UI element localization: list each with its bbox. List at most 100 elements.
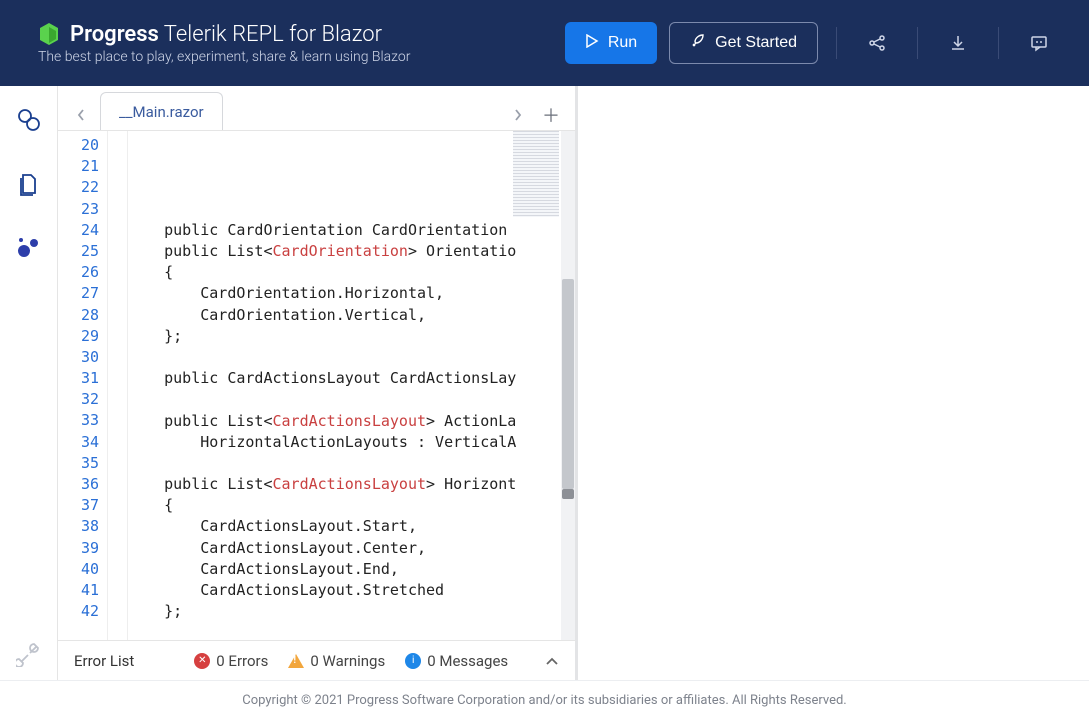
share-button[interactable] — [855, 22, 899, 64]
code-line[interactable]: public CardOrientation CardOrientation — [128, 220, 575, 241]
messages-badge[interactable]: i 0 Messages — [405, 652, 508, 670]
line-number: 31 — [58, 368, 99, 389]
line-number: 40 — [58, 559, 99, 580]
line-number: 38 — [58, 516, 99, 537]
tagline: The best place to play, experiment, shar… — [38, 49, 410, 65]
code-line[interactable]: public List<CardActionsLayout> ActionLa — [128, 411, 575, 432]
download-button[interactable] — [936, 22, 980, 64]
line-number: 32 — [58, 389, 99, 410]
line-number: 23 — [58, 199, 99, 220]
code-line[interactable] — [128, 622, 575, 640]
line-number: 41 — [58, 580, 99, 601]
tab-next[interactable] — [505, 100, 531, 130]
line-number: 28 — [58, 305, 99, 326]
play-icon — [585, 34, 599, 53]
line-number: 37 — [58, 495, 99, 516]
line-number: 34 — [58, 432, 99, 453]
run-label: Run — [608, 34, 637, 52]
preview-pane — [578, 86, 1089, 680]
components-icon — [16, 107, 42, 133]
share-icon — [868, 34, 886, 52]
feedback-button[interactable] — [1017, 22, 1061, 64]
line-number: 22 — [58, 177, 99, 198]
scrollbar-thumb[interactable] — [562, 279, 574, 489]
warnings-badge[interactable]: 0 Warnings — [288, 652, 385, 670]
errors-count: 0 Errors — [216, 652, 268, 670]
main-area: __Main.razor ＋ 2021222324252627282930313… — [0, 86, 1089, 680]
line-number: 39 — [58, 538, 99, 559]
code-body[interactable]: public CardOrientation CardOrientation p… — [128, 131, 575, 640]
tab-prev[interactable] — [68, 100, 94, 130]
get-started-button[interactable]: Get Started — [669, 22, 818, 64]
error-list-bar[interactable]: Error List ✕ 0 Errors 0 Warnings i 0 Mes… — [58, 640, 575, 680]
tabs-row: __Main.razor ＋ — [58, 86, 575, 130]
chevron-right-icon — [513, 108, 523, 122]
error-list-title: Error List — [74, 652, 134, 670]
code-line[interactable]: CardActionsLayout.End, — [128, 559, 575, 580]
tab-add[interactable]: ＋ — [537, 100, 565, 130]
brand-row: Progress Telerik REPL for Blazor — [38, 22, 410, 47]
brand-text: Progress Telerik REPL for Blazor — [70, 22, 382, 47]
code-line[interactable]: }; — [128, 601, 575, 622]
get-started-label: Get Started — [715, 34, 797, 52]
code-line[interactable] — [128, 389, 575, 410]
run-button[interactable]: Run — [565, 22, 657, 64]
tab-main[interactable]: __Main.razor — [100, 92, 223, 130]
line-number: 36 — [58, 474, 99, 495]
rail-item-settings[interactable] — [13, 638, 45, 670]
line-number: 35 — [58, 453, 99, 474]
chevron-up-icon — [545, 656, 559, 666]
code-line[interactable]: CardActionsLayout.Center, — [128, 538, 575, 559]
code-line[interactable] — [128, 453, 575, 474]
line-number: 24 — [58, 220, 99, 241]
line-number: 33 — [58, 410, 99, 431]
gutter: 2021222324252627282930313233343536373839… — [58, 131, 108, 640]
tools-icon — [16, 641, 42, 667]
tab-label: __Main.razor — [119, 103, 204, 121]
chevron-left-icon — [76, 108, 86, 122]
code-line[interactable] — [128, 347, 575, 368]
separator — [836, 27, 837, 59]
rail-item-components[interactable] — [13, 104, 45, 136]
minimap[interactable] — [513, 131, 559, 217]
line-number: 21 — [58, 156, 99, 177]
rocket-icon — [690, 33, 706, 54]
footer: Copyright © 2021 Progress Software Corpo… — [0, 680, 1089, 720]
code-line[interactable]: CardActionsLayout.Start, — [128, 516, 575, 537]
rail-item-nuget[interactable] — [13, 232, 45, 264]
brand-secondary: Telerik — [159, 22, 227, 47]
line-number: 42 — [58, 601, 99, 622]
line-number: 20 — [58, 135, 99, 156]
separator — [917, 27, 918, 59]
line-number: 26 — [58, 262, 99, 283]
plus-icon: ＋ — [542, 102, 560, 128]
code-line[interactable]: CardOrientation.Horizontal, — [128, 283, 575, 304]
errors-badge[interactable]: ✕ 0 Errors — [194, 652, 268, 670]
code-line[interactable]: CardActionsLayout.Stretched — [128, 580, 575, 601]
vertical-scrollbar[interactable] — [561, 131, 575, 640]
copyright: Copyright © 2021 Progress Software Corpo… — [242, 693, 846, 708]
code-line[interactable]: public List<CardOrientation> Orientatio — [128, 241, 575, 262]
separator — [998, 27, 999, 59]
code-line[interactable]: public List<CardActionsLayout> Horizont — [128, 474, 575, 495]
rail-item-files[interactable] — [13, 168, 45, 200]
code-line[interactable]: CardOrientation.Vertical, — [128, 305, 575, 326]
app-header: Progress Telerik REPL for Blazor The bes… — [0, 0, 1089, 86]
editor-area: __Main.razor ＋ 2021222324252627282930313… — [58, 86, 578, 680]
code-line[interactable]: { — [128, 495, 575, 516]
brand-block: Progress Telerik REPL for Blazor The bes… — [38, 22, 410, 65]
line-number: 30 — [58, 347, 99, 368]
warning-icon — [288, 654, 304, 668]
header-actions: Run Get Started — [565, 22, 1061, 64]
code-line[interactable]: { — [128, 262, 575, 283]
code-view[interactable]: 2021222324252627282930313233343536373839… — [58, 130, 575, 640]
side-rail — [0, 86, 58, 680]
brand-primary: Progress — [70, 22, 159, 47]
feedback-icon — [1030, 34, 1048, 52]
code-line[interactable]: HorizontalActionLayouts : VerticalA — [128, 432, 575, 453]
code-line[interactable]: }; — [128, 326, 575, 347]
code-line[interactable]: public CardActionsLayout CardActionsLay — [128, 368, 575, 389]
line-number: 27 — [58, 283, 99, 304]
error-list-toggle[interactable] — [545, 652, 559, 670]
nuget-icon — [16, 235, 42, 261]
